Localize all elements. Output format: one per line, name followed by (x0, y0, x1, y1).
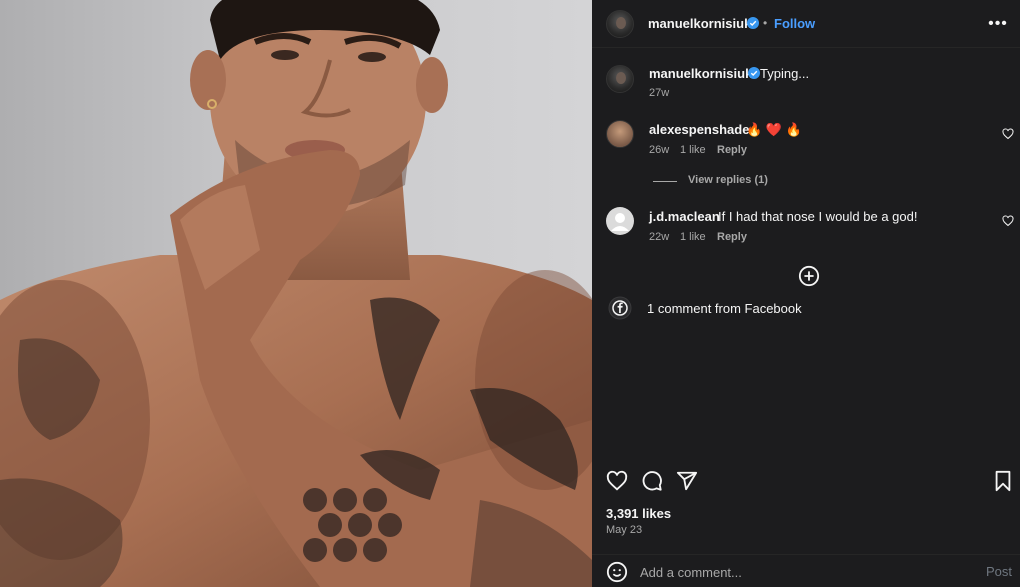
share-icon[interactable] (676, 470, 698, 492)
post-image[interactable] (0, 0, 592, 587)
add-comment-bar: Post (592, 554, 1020, 587)
post-header: manuelkornisiuk • Follow ••• (592, 0, 1020, 48)
caption-text: Typing... (760, 66, 810, 81)
post-date[interactable]: May 23 (606, 524, 642, 536)
author-avatar[interactable] (606, 10, 634, 38)
comment-username[interactable]: alexespenshade (649, 122, 749, 137)
comment-like-count[interactable]: 1 like (680, 144, 706, 156)
reply-button[interactable]: Reply (717, 231, 747, 243)
view-replies-line (653, 181, 677, 182)
comment-like-heart-icon[interactable] (1002, 128, 1014, 140)
header-separator: • (763, 16, 768, 30)
commenter-avatar[interactable] (606, 120, 634, 148)
emoji-icon[interactable] (606, 561, 628, 583)
caption-avatar[interactable] (606, 65, 634, 93)
comment-text: 🔥 ❤️ 🔥 (746, 122, 802, 137)
verified-icon (747, 17, 759, 29)
comment-icon[interactable] (641, 470, 663, 492)
comment-like-count[interactable]: 1 like (680, 231, 706, 243)
author-username[interactable]: manuelkornisiuk (648, 16, 751, 31)
comment-like-heart-icon[interactable] (1002, 215, 1014, 227)
commenter-avatar[interactable] (606, 207, 634, 235)
post-photo-illustration (0, 0, 592, 587)
reply-button[interactable]: Reply (717, 144, 747, 156)
caption-username[interactable]: manuelkornisiuk (649, 66, 752, 81)
facebook-icon (608, 296, 632, 320)
more-options-icon[interactable]: ••• (988, 14, 1008, 34)
comment-text: If I had that nose I would be a god! (718, 209, 918, 224)
post-side-panel: manuelkornisiuk • Follow ••• manuelkorni… (592, 0, 1020, 587)
comment-age[interactable]: 22w (649, 231, 669, 243)
comment-age[interactable]: 26w (649, 144, 669, 156)
add-circle-icon[interactable] (798, 265, 820, 287)
add-comment-input[interactable] (640, 563, 960, 581)
likes-count[interactable]: 3,391 likes (606, 506, 671, 521)
facebook-comments-link[interactable]: 1 comment from Facebook (647, 301, 802, 316)
post-comment-button[interactable]: Post (986, 564, 1012, 579)
follow-button[interactable]: Follow (774, 16, 815, 31)
caption-age[interactable]: 27w (649, 87, 669, 99)
heart-icon[interactable] (606, 470, 628, 492)
comment-username[interactable]: j.d.maclean (649, 209, 720, 224)
default-avatar-icon (611, 213, 629, 231)
view-replies-button[interactable]: View replies (1) (688, 174, 768, 186)
verified-icon (748, 67, 760, 79)
bookmark-icon[interactable] (992, 470, 1014, 492)
